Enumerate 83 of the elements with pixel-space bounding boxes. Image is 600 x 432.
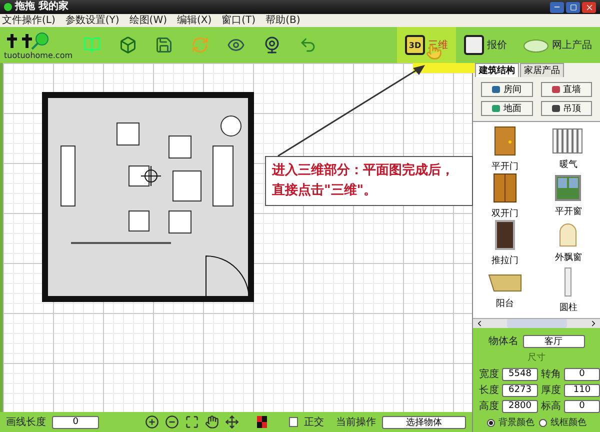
door-icon bbox=[494, 126, 516, 156]
radio-button[interactable] bbox=[486, 418, 494, 426]
component-item[interactable]: 推拉门 bbox=[473, 220, 536, 267]
logo-text: tuotuohome.com bbox=[4, 50, 73, 60]
component-item[interactable]: 平开门 bbox=[473, 126, 536, 173]
tab[interactable]: 建筑结构 bbox=[475, 63, 519, 77]
menu-item[interactable]: 绘图(W) bbox=[129, 14, 167, 27]
menu-item[interactable]: 窗口(T) bbox=[222, 14, 256, 27]
radio-button[interactable] bbox=[538, 418, 546, 426]
component-item[interactable]: 暖气 bbox=[536, 126, 600, 173]
ortho-label: 正交 bbox=[304, 416, 324, 429]
radio-label: 背景颜色 bbox=[498, 416, 534, 429]
component-item[interactable]: 平开窗 bbox=[536, 173, 600, 220]
maximize-icon bbox=[570, 4, 576, 10]
floppy-icon[interactable] bbox=[155, 36, 173, 54]
field-label: 高度 bbox=[479, 400, 499, 413]
window-title: 拖拖 我的家 bbox=[15, 0, 68, 14]
document-icon bbox=[464, 35, 484, 55]
app-icon bbox=[4, 3, 12, 11]
size-group-label: 尺寸 bbox=[528, 352, 546, 364]
eye-icon[interactable] bbox=[227, 36, 245, 54]
component-item[interactable]: 双开门 bbox=[473, 173, 536, 220]
value-field[interactable]: 0 bbox=[564, 400, 600, 412]
logo-drawing bbox=[4, 30, 50, 50]
cube-icon[interactable] bbox=[119, 36, 137, 54]
toolbar-button[interactable]: 网上产品 bbox=[515, 27, 600, 63]
component-item[interactable]: 外飘窗 bbox=[536, 220, 600, 267]
object-name-label: 物体名 bbox=[488, 335, 518, 348]
move-icon[interactable] bbox=[224, 415, 239, 429]
value-field[interactable]: 110 bbox=[564, 384, 600, 396]
close-icon bbox=[584, 2, 594, 12]
ortho-checkbox[interactable] bbox=[289, 417, 298, 427]
cube-3d-icon: 3D bbox=[405, 35, 425, 55]
component-item[interactable]: 圆柱 bbox=[536, 267, 600, 314]
arched-window-icon bbox=[559, 223, 578, 247]
callout-text: 进入三维部分：平面图完成后，直接点击"三维"。 bbox=[265, 156, 473, 206]
cloud-icon bbox=[523, 37, 549, 53]
highlight-strip bbox=[413, 63, 475, 73]
scroll-left-icon[interactable] bbox=[475, 319, 484, 328]
window-icon bbox=[555, 175, 582, 201]
color-swatch[interactable] bbox=[256, 416, 267, 428]
field-label: 长度 bbox=[479, 384, 499, 397]
value-field[interactable]: 6273 bbox=[502, 384, 538, 396]
scroll-right-icon[interactable] bbox=[589, 319, 598, 328]
component-item[interactable]: 阳台 bbox=[473, 267, 536, 314]
scrollbar[interactable] bbox=[473, 318, 600, 328]
field-label: 厚度 bbox=[541, 384, 561, 397]
field-label: 转角 bbox=[541, 368, 561, 381]
value-field[interactable]: 5548 bbox=[502, 368, 538, 380]
scrollbar-thumb[interactable] bbox=[506, 319, 566, 328]
minimize-button[interactable] bbox=[550, 2, 564, 12]
menu-item[interactable]: 文件操作(L) bbox=[2, 14, 56, 27]
toolbar-button[interactable]: 报价 bbox=[456, 27, 515, 63]
menu-item[interactable]: 帮助(B) bbox=[266, 14, 300, 27]
radiator-icon bbox=[552, 128, 584, 154]
value-field[interactable]: 0 bbox=[564, 368, 600, 380]
menu-item[interactable]: 编辑(X) bbox=[177, 14, 212, 27]
structure-button[interactable]: 地面 bbox=[481, 101, 532, 116]
webcam-icon[interactable] bbox=[263, 36, 281, 54]
maximize-button[interactable] bbox=[566, 2, 580, 12]
fit-view-icon[interactable] bbox=[184, 415, 199, 429]
structure-button[interactable]: 直墙 bbox=[540, 82, 592, 97]
sliding-door-icon bbox=[494, 220, 515, 250]
operation-label: 当前操作 bbox=[336, 416, 376, 429]
drawing-canvas[interactable]: 进入三维部分：平面图完成后，直接点击"三维"。 bbox=[0, 63, 472, 412]
field-label: 标高 bbox=[541, 400, 561, 413]
menu-item[interactable]: 参数设置(Y) bbox=[65, 14, 120, 27]
zoom-out-icon[interactable] bbox=[164, 415, 179, 429]
zoom-in-icon[interactable] bbox=[144, 415, 159, 429]
structure-button[interactable]: 吊顶 bbox=[540, 101, 592, 116]
operation-field: 选择物体 bbox=[382, 416, 466, 428]
value-field[interactable]: 2800 bbox=[502, 400, 538, 412]
close-button[interactable] bbox=[582, 2, 596, 12]
structure-button[interactable]: 房间 bbox=[481, 82, 532, 97]
line-length-label: 画线长度 bbox=[6, 416, 46, 429]
radio-label: 线框颜色 bbox=[550, 416, 586, 429]
column-icon bbox=[564, 267, 572, 297]
object-name-field[interactable]: 客厅 bbox=[522, 334, 584, 348]
double-door-icon bbox=[492, 173, 517, 203]
hand-icon[interactable] bbox=[204, 415, 219, 429]
field-label: 宽度 bbox=[479, 368, 499, 381]
tab[interactable]: 家居产品 bbox=[520, 63, 564, 77]
line-length-field[interactable]: 0 bbox=[52, 416, 100, 428]
